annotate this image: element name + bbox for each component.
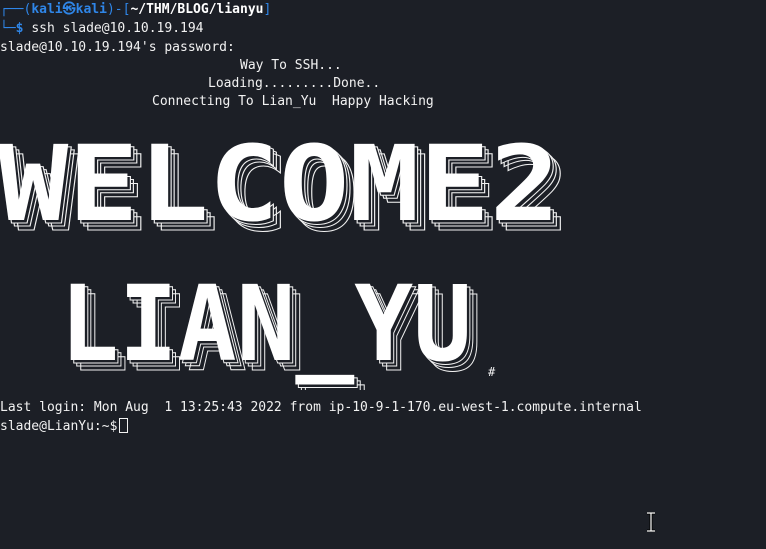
text-ibeam-icon — [647, 512, 655, 532]
ssh-command: ssh slade@10.10.19.194 — [31, 21, 204, 36]
remote-prompt-line[interactable]: slade@LianYu:~$ — [0, 418, 129, 434]
remote-prompt: slade@LianYu:~$ — [0, 419, 118, 434]
last-login-line: Last login: Mon Aug 1 13:25:43 2022 from… — [0, 400, 642, 415]
prompt-dollar: $ — [15, 21, 24, 36]
prompt-host: kali — [75, 2, 107, 17]
prompt-frame-open: ┌──( — [0, 2, 32, 17]
ascii-art-row1: WELCOME2 WELCOME2 WELCOME2 WELCOME2 — [0, 123, 571, 256]
prompt-frame-close: ] — [263, 2, 272, 17]
prompt-user: kali — [31, 2, 63, 17]
terminal-window[interactable]: ┌──(kali㉿kali)-[~/THM/BLOG/lianyu] └─$ s… — [0, 0, 766, 549]
prompt-path: ~/THM/BLOG/lianyu — [130, 2, 264, 17]
banner-line-loading: Loading.........Done.. — [208, 76, 381, 91]
prompt-at-symbol: ㉿ — [62, 2, 76, 17]
ascii-art-row2: LIAN_YU LIAN_YU LIAN_YU LIAN_YU # — [60, 263, 496, 390]
password-prompt: slade@10.10.19.194's password: — [0, 40, 235, 55]
prompt-frame-mid: )-[ — [106, 2, 131, 17]
ascii-art-hash: # — [488, 365, 496, 379]
ascii-art-welcome2: WELCOME2 — [0, 123, 560, 245]
banner-line-way-to-ssh: Way To SSH... — [240, 58, 342, 73]
prompt-frame-bottom: └─ — [0, 21, 16, 36]
ascii-art-banner: WELCOME2 WELCOME2 WELCOME2 WELCOME2 LIAN… — [0, 123, 571, 390]
banner-line-connecting: Connecting To Lian_Yu Happy Hacking — [152, 94, 434, 109]
prompt-command-line: └─$ ssh slade@10.10.19.194 — [0, 21, 204, 37]
prompt-header-line: ┌──(kali㉿kali)-[~/THM/BLOG/lianyu] — [0, 2, 271, 18]
block-cursor-icon — [119, 418, 129, 433]
ascii-art-lianyu: LIAN_YU — [60, 263, 472, 385]
